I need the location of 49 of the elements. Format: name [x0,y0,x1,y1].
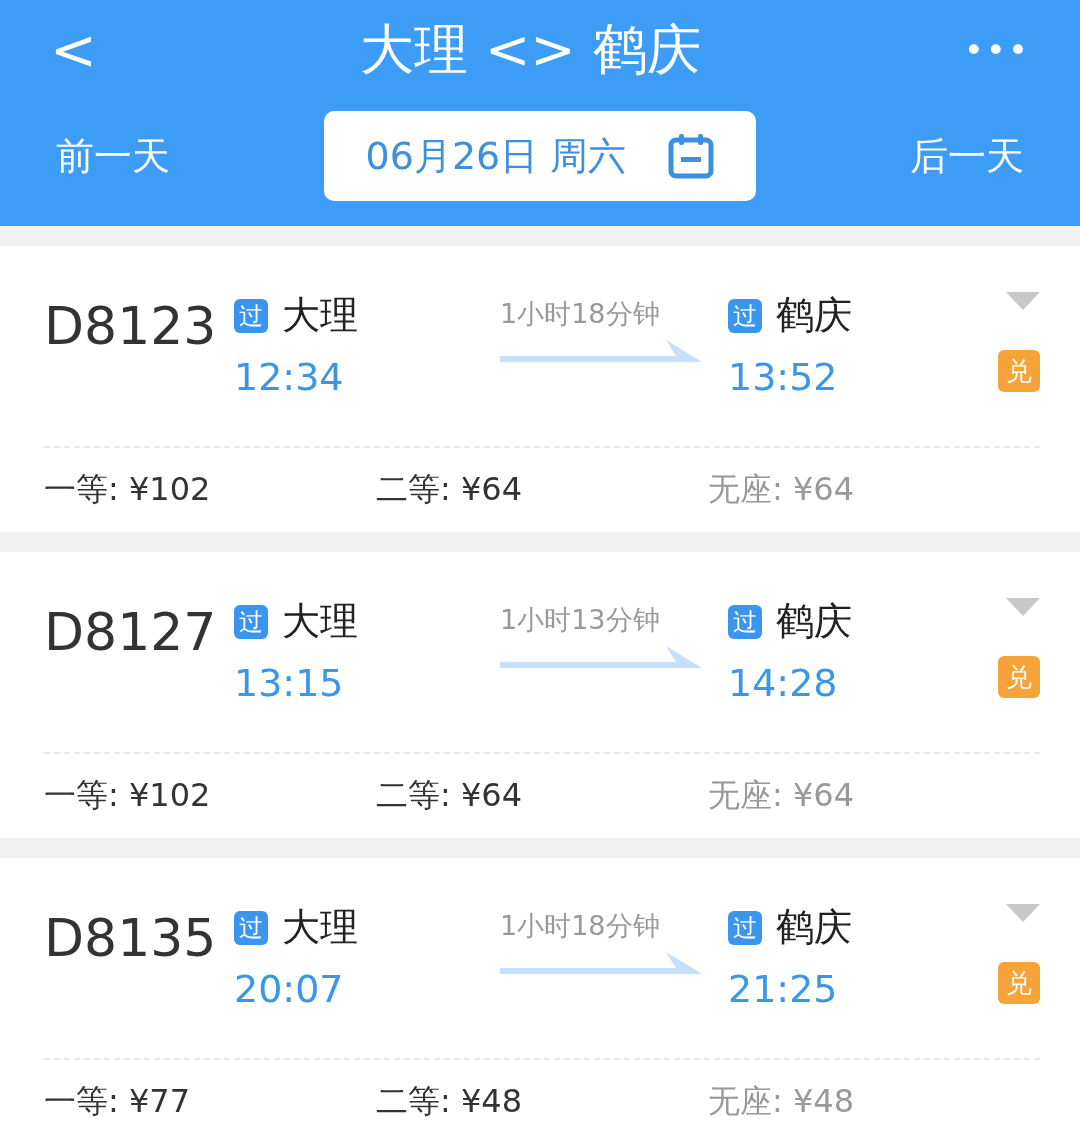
train-number: D8127 [44,601,218,664]
departure-station: 大理 [282,598,358,645]
date-picker[interactable]: 06月26日 周六 [324,111,756,201]
exchange-badge: 兑 [998,962,1040,1004]
departure-time: 12:34 [234,355,345,399]
arrival-station: 鹤庆 [776,598,852,645]
arrival-time: 14:28 [728,661,839,705]
exchange-badge: 兑 [998,656,1040,698]
seat-price: 二等: ¥64 [376,469,524,510]
pass-badge: 过 [234,604,268,639]
duration: 1小时13分钟 [500,603,660,637]
arrival-station: 鹤庆 [776,292,852,339]
back-button[interactable]: < [40,22,107,78]
pass-badge: 过 [728,298,762,333]
seat-price: 二等: ¥64 [376,775,524,816]
more-button[interactable]: ••• [953,30,1040,70]
route-title: 大理 <> 鹤庆 [359,16,701,83]
arrival-time: 21:25 [728,967,839,1011]
pass-badge: 过 [728,910,762,945]
calendar-icon [668,133,715,179]
arrow-icon [500,646,702,670]
seat-price: 无座: ¥64 [708,775,856,816]
pass-badge: 过 [234,298,268,333]
arrival-time: 13:52 [728,355,839,399]
duration: 1小时18分钟 [500,909,660,943]
pass-badge: 过 [728,604,762,639]
dropdown-icon[interactable] [1006,904,1040,922]
previous-day-button[interactable]: 前一天 [56,130,170,182]
seat-price: 二等: ¥48 [376,1081,524,1122]
train-number: D8135 [44,907,218,970]
seat-price: 一等: ¥102 [44,775,212,816]
departure-station: 大理 [282,292,358,339]
departure-time: 20:07 [234,967,345,1011]
next-day-button[interactable]: 后一天 [910,130,1024,182]
exchange-badge: 兑 [998,350,1040,392]
pass-badge: 过 [234,910,268,945]
departure-time: 13:15 [234,661,345,705]
departure-station: 大理 [282,904,358,951]
dropdown-icon[interactable] [1006,598,1040,616]
arrow-icon [500,340,702,364]
duration: 1小时18分钟 [500,297,660,331]
arrow-icon [500,952,702,976]
arrival-station: 鹤庆 [776,904,852,951]
dropdown-icon[interactable] [1006,292,1040,310]
seat-price: 一等: ¥102 [44,469,212,510]
seat-price: 无座: ¥64 [708,469,856,510]
train-number: D8123 [44,295,218,358]
seat-price: 一等: ¥77 [44,1081,192,1122]
seat-price: 无座: ¥48 [708,1081,856,1122]
